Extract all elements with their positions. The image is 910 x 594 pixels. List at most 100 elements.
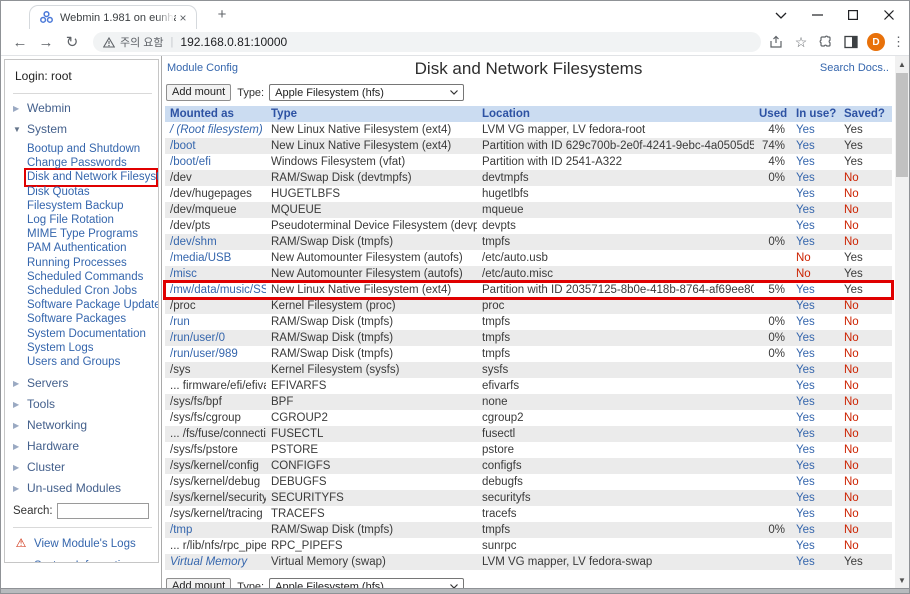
fs-used-cell — [754, 362, 791, 378]
sidebar-section-label: Un-used Modules — [27, 481, 121, 495]
in-use-link[interactable]: Yes — [796, 172, 815, 184]
mount-point-link[interactable]: /dev/shm — [170, 236, 217, 248]
triangle-collapsed-icon: ▶ — [13, 379, 27, 388]
mount-point-link[interactable]: /boot — [170, 140, 196, 152]
window-chevron-icon[interactable] — [763, 2, 799, 28]
sidebar-section-label: Servers — [27, 376, 68, 390]
table-header-row: Mounted asTypeLocationUsedIn use?Saved? — [165, 106, 892, 122]
mount-point-link[interactable]: /misc — [170, 268, 197, 280]
vertical-scrollbar[interactable]: ▲ ▼ — [895, 56, 909, 588]
mount-point-link[interactable]: Virtual Memory — [170, 556, 247, 568]
scrollbar-thumb[interactable] — [896, 73, 908, 177]
in-use-link[interactable]: Yes — [796, 364, 815, 376]
sidebar-item-users-and-groups[interactable]: Users and Groups — [27, 355, 152, 369]
in-use-link[interactable]: Yes — [796, 284, 815, 296]
scroll-down-icon[interactable]: ▼ — [895, 572, 909, 588]
security-status-label[interactable]: 주의 요함 — [120, 34, 164, 50]
sidebar-section-hardware[interactable]: ▶ Hardware — [13, 439, 152, 453]
in-use-link[interactable]: Yes — [796, 348, 815, 360]
search-label: Search: — [13, 505, 53, 517]
fs-location-cell: debugfs — [477, 474, 754, 490]
in-use-link[interactable]: Yes — [796, 220, 815, 232]
in-use-link[interactable]: Yes — [796, 476, 815, 488]
sidebar-item-system-logs[interactable]: System Logs — [27, 341, 152, 355]
mount-point-link[interactable]: / (Root filesystem) — [170, 124, 263, 136]
in-use-link[interactable]: Yes — [796, 556, 815, 568]
module-config-link[interactable]: Module Config — [167, 62, 238, 74]
in-use-link[interactable]: Yes — [796, 332, 815, 344]
mount-point-link[interactable]: /run — [170, 316, 190, 328]
in-use-link[interactable]: Yes — [796, 540, 815, 552]
sidebar-item-bootup-and-shutdown[interactable]: Bootup and Shutdown — [27, 142, 152, 156]
mount-point-link[interactable]: /mw/data/music/SSD — [170, 284, 266, 296]
in-use-link[interactable]: Yes — [796, 300, 815, 312]
in-use-link[interactable]: Yes — [796, 236, 815, 248]
fs-used-cell — [754, 442, 791, 458]
side-panel-icon[interactable] — [842, 33, 860, 51]
browser-menu-icon[interactable]: ⋮ — [892, 34, 905, 50]
minimize-icon[interactable] — [799, 2, 835, 28]
sidebar-item-scheduled-commands[interactable]: Scheduled Commands — [27, 270, 152, 284]
sidebar-item-scheduled-cron-jobs[interactable]: Scheduled Cron Jobs — [27, 284, 152, 298]
back-icon[interactable]: ← — [7, 34, 33, 51]
in-use-link[interactable]: Yes — [796, 124, 815, 136]
filesystem-type-select[interactable]: Apple Filesystem (hfs) — [269, 84, 464, 101]
tab-close-icon[interactable]: × — [176, 11, 190, 25]
in-use-link[interactable]: Yes — [796, 316, 815, 328]
browser-tab[interactable]: Webmin 1.981 on eunhasu (Fed × — [29, 5, 197, 29]
sidebar-section-servers[interactable]: ▶ Servers — [13, 376, 152, 390]
sidebar-item-disk-quotas[interactable]: Disk Quotas — [27, 185, 152, 199]
in-use-link[interactable]: Yes — [796, 396, 815, 408]
reload-icon[interactable]: ↻ — [59, 33, 85, 51]
sidebar-section-cluster[interactable]: ▶ Cluster — [13, 460, 152, 474]
in-use-link[interactable]: Yes — [796, 444, 815, 456]
in-use-link[interactable]: Yes — [796, 156, 815, 168]
in-use-link[interactable]: Yes — [796, 460, 815, 472]
in-use-link[interactable]: Yes — [796, 428, 815, 440]
extensions-puzzle-icon[interactable] — [817, 33, 835, 51]
in-use-link[interactable]: Yes — [796, 140, 815, 152]
sidebar-item-software-packages[interactable]: Software Packages — [27, 312, 152, 326]
profile-avatar[interactable]: D — [867, 33, 885, 51]
share-icon[interactable] — [767, 33, 785, 51]
sidebar-item-log-file-rotation[interactable]: Log File Rotation — [27, 213, 152, 227]
in-use-link[interactable]: Yes — [796, 204, 815, 216]
in-use-link[interactable]: Yes — [796, 492, 815, 504]
mount-point-link[interactable]: /media/USB — [170, 252, 231, 264]
add-mount-button[interactable]: Add mount — [166, 84, 231, 101]
in-use-link[interactable]: Yes — [796, 508, 815, 520]
in-use-link[interactable]: Yes — [796, 188, 815, 200]
scroll-up-icon[interactable]: ▲ — [895, 56, 909, 72]
sidebar-link-system-information[interactable]: ⌂ System Information — [13, 559, 152, 563]
forward-icon[interactable]: → — [33, 34, 59, 51]
in-use-link[interactable]: Yes — [796, 524, 815, 536]
close-window-icon[interactable] — [871, 2, 907, 28]
sidebar-item-filesystem-backup[interactable]: Filesystem Backup — [27, 199, 152, 213]
mount-point-link[interactable]: /run/user/0 — [170, 332, 225, 344]
new-tab-button[interactable]: + — [211, 4, 233, 26]
sidebar-item-software-package-updates[interactable]: Software Package Updates — [27, 298, 152, 312]
sidebar-section-system[interactable]: ▼ System — [13, 122, 152, 136]
bookmark-star-icon[interactable]: ☆ — [792, 33, 810, 51]
sidebar-search-input[interactable] — [57, 503, 149, 519]
sidebar-section-networking[interactable]: ▶ Networking — [13, 418, 152, 432]
sidebar-item-system-documentation[interactable]: System Documentation — [27, 327, 152, 341]
in-use-link[interactable]: Yes — [796, 412, 815, 424]
sidebar-item-pam-authentication[interactable]: PAM Authentication — [27, 241, 152, 255]
table-row: /dev/mqueueMQUEUEmqueueYesNo — [165, 202, 892, 218]
sidebar-section-un-used-modules[interactable]: ▶ Un-used Modules — [13, 481, 152, 495]
sidebar-item-running-processes[interactable]: Running Processes — [27, 256, 152, 270]
url-text[interactable]: 192.168.0.81:10000 — [180, 35, 287, 49]
search-docs-link[interactable]: Search Docs.. — [820, 62, 889, 74]
sidebar-item-mime-type-programs[interactable]: MIME Type Programs — [27, 227, 152, 241]
url-bar[interactable]: 주의 요함 | 192.168.0.81:10000 — [93, 32, 761, 52]
sidebar-section-tools[interactable]: ▶ Tools — [13, 397, 152, 411]
mount-point-link[interactable]: /boot/efi — [170, 156, 211, 168]
in-use-link[interactable]: Yes — [796, 380, 815, 392]
mount-point-link[interactable]: /tmp — [170, 524, 192, 536]
sidebar-section-webmin[interactable]: ▶ Webmin — [13, 101, 152, 115]
sidebar-link-view-module-s-logs[interactable]: ⚠ View Module's Logs — [13, 537, 152, 550]
maximize-icon[interactable] — [835, 2, 871, 28]
sidebar-item-disk-and-network-filesystems[interactable]: Disk and Network Filesystems — [24, 168, 158, 186]
mount-point-link[interactable]: /run/user/989 — [170, 348, 238, 360]
